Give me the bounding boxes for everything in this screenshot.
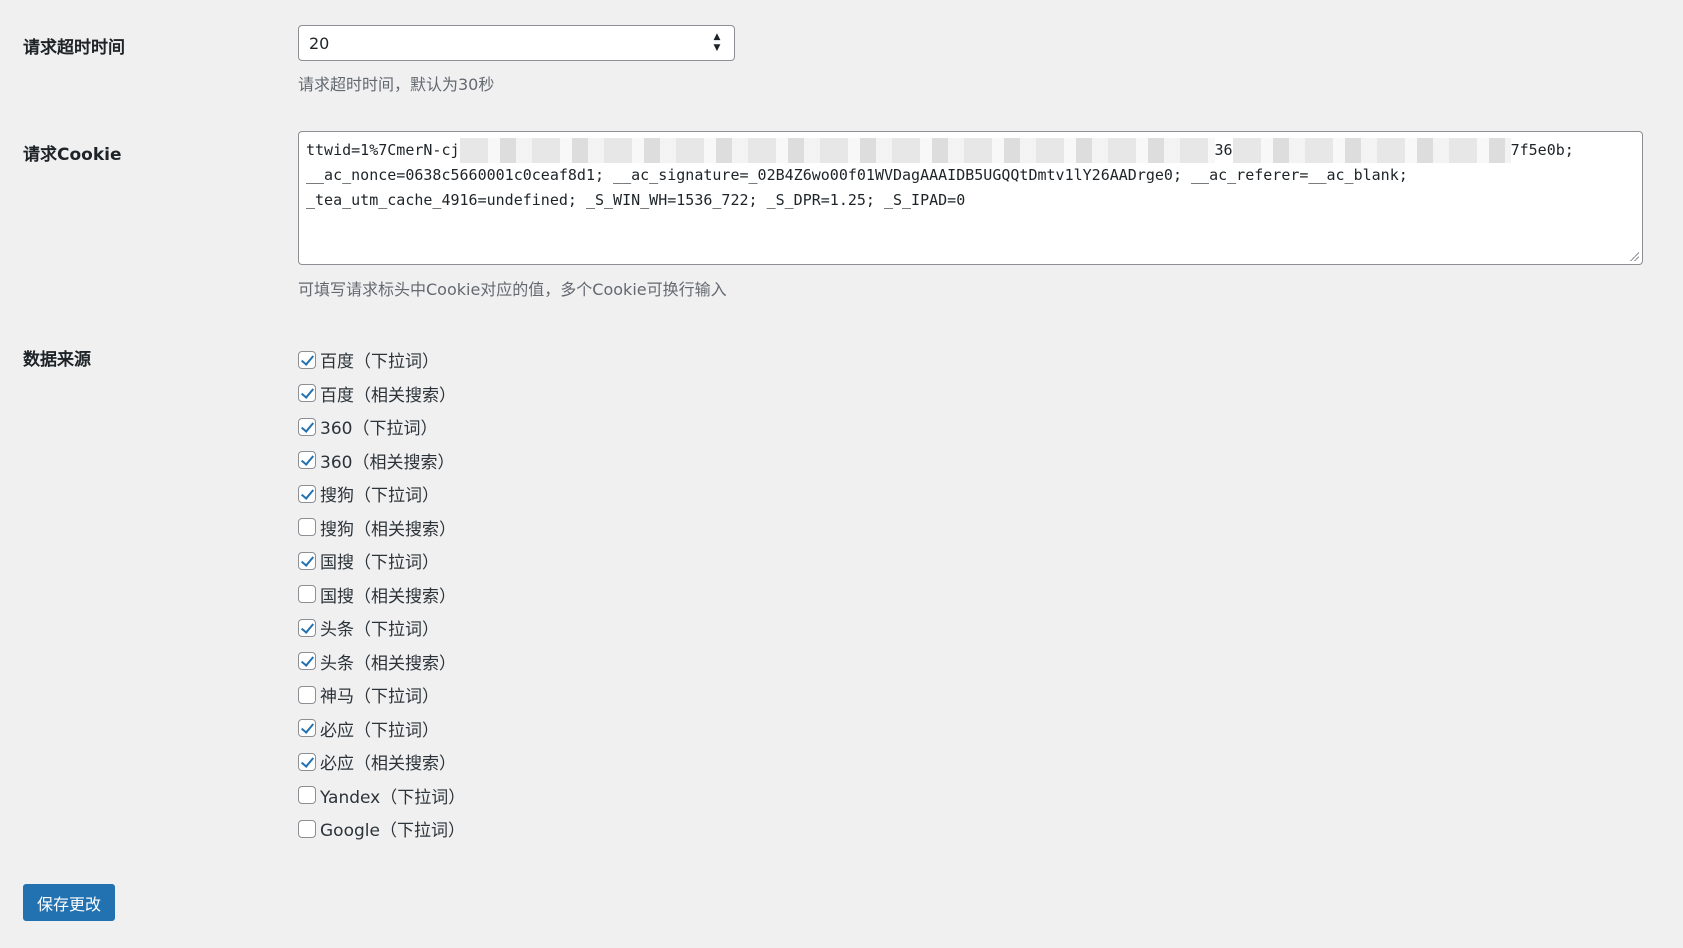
source-checkbox-label: Yandex（下拉词） (320, 787, 466, 808)
checkbox-checked-icon[interactable] (298, 417, 316, 436)
source-checkbox-label: 必应（下拉词） (320, 720, 439, 741)
checkbox-unchecked-icon[interactable] (298, 685, 316, 704)
checkbox-checked-icon[interactable] (298, 719, 316, 738)
source-checkbox-item[interactable]: 搜狗（下拉词） (298, 477, 465, 511)
save-button[interactable]: 保存更改 (23, 884, 115, 921)
cookie-textarea[interactable]: ttwid=1%7CmerN-cj 36 7f5e0b; __ac_nonce=06… (298, 131, 1643, 265)
source-checkbox-item[interactable]: Yandex（下拉词） (298, 779, 465, 813)
source-checkbox-label: 搜狗（相关搜索） (320, 519, 456, 540)
source-checkbox-label: 360（相关搜索） (320, 452, 455, 473)
cookie-line1-mid: 36 (1214, 141, 1233, 159)
source-checkbox-label: Google（下拉词） (320, 821, 465, 842)
source-checkbox-label: 头条（相关搜索） (320, 653, 456, 674)
source-checkbox-item[interactable]: 头条（相关搜索） (298, 645, 465, 679)
source-checkbox-item[interactable]: 搜狗（相关搜索） (298, 511, 465, 545)
checkbox-checked-icon[interactable] (298, 652, 316, 671)
timeout-spinner[interactable]: ▲ ▼ (708, 28, 726, 58)
resize-handle-icon[interactable] (1629, 251, 1639, 261)
redacted-blur (1232, 138, 1511, 163)
source-checkbox-label: 神马（下拉词） (320, 687, 439, 708)
spinner-up-icon[interactable]: ▲ (714, 32, 721, 43)
source-checkbox-label: 必应（相关搜索） (320, 754, 456, 775)
cookie-line2: __ac_nonce=0638c5660001c0ceaf8d1; __ac_s… (306, 166, 1408, 184)
source-checkbox-label: 360（下拉词） (320, 419, 438, 440)
source-checkbox-label: 百度（下拉词） (320, 352, 439, 373)
timeout-input[interactable]: 20 ▲ ▼ (298, 25, 735, 61)
timeout-value[interactable]: 20 (299, 34, 708, 53)
sources-label: 数据来源 (23, 350, 91, 370)
sources-checkbox-list: 百度（下拉词） 百度（相关搜索） 360（下拉词） 360（相关搜索） 搜狗（下拉词） 搜… (298, 343, 465, 846)
checkbox-unchecked-icon[interactable] (298, 786, 316, 805)
source-checkbox-item[interactable]: 神马（下拉词） (298, 678, 465, 712)
checkbox-unchecked-icon[interactable] (298, 585, 316, 604)
cookie-line1-end: 7f5e0b; (1510, 141, 1574, 159)
checkbox-checked-icon[interactable] (298, 350, 316, 369)
checkbox-checked-icon[interactable] (298, 451, 316, 470)
timeout-label: 请求超时时间 (23, 38, 125, 58)
redacted-blur (459, 138, 1215, 163)
source-checkbox-item[interactable]: 国搜（下拉词） (298, 544, 465, 578)
checkbox-unchecked-icon[interactable] (298, 518, 316, 537)
checkbox-checked-icon[interactable] (298, 484, 316, 503)
source-checkbox-label: 搜狗（下拉词） (320, 486, 439, 507)
source-checkbox-item[interactable]: 360（下拉词） (298, 410, 465, 444)
source-checkbox-label: 国搜（相关搜索） (320, 586, 456, 607)
source-checkbox-label: 百度（相关搜索） (320, 385, 456, 406)
timeout-description: 请求超时时间，默认为30秒 (298, 75, 495, 94)
source-checkbox-item[interactable]: 国搜（相关搜索） (298, 578, 465, 612)
checkbox-checked-icon[interactable] (298, 551, 316, 570)
source-checkbox-item[interactable]: 必应（下拉词） (298, 712, 465, 746)
cookie-line1-start: ttwid=1%7CmerN-cj (306, 141, 460, 159)
source-checkbox-label: 国搜（下拉词） (320, 553, 439, 574)
source-checkbox-item[interactable]: 百度（下拉词） (298, 343, 465, 377)
checkbox-unchecked-icon[interactable] (298, 819, 316, 838)
spinner-down-icon[interactable]: ▼ (714, 43, 721, 54)
cookie-description: 可填写请求标头中Cookie对应的值，多个Cookie可换行输入 (298, 280, 727, 299)
checkbox-checked-icon[interactable] (298, 752, 316, 771)
source-checkbox-label: 头条（下拉词） (320, 620, 439, 641)
cookie-line3: _tea_utm_cache_4916=undefined; _S_WIN_WH… (306, 191, 966, 209)
checkbox-checked-icon[interactable] (298, 618, 316, 637)
checkbox-checked-icon[interactable] (298, 384, 316, 403)
source-checkbox-item[interactable]: 百度（相关搜索） (298, 377, 465, 411)
cookie-label: 请求Cookie (23, 145, 122, 165)
source-checkbox-item[interactable]: 必应（相关搜索） (298, 745, 465, 779)
source-checkbox-item[interactable]: 360（相关搜索） (298, 444, 465, 478)
source-checkbox-item[interactable]: Google（下拉词） (298, 812, 465, 846)
source-checkbox-item[interactable]: 头条（下拉词） (298, 611, 465, 645)
